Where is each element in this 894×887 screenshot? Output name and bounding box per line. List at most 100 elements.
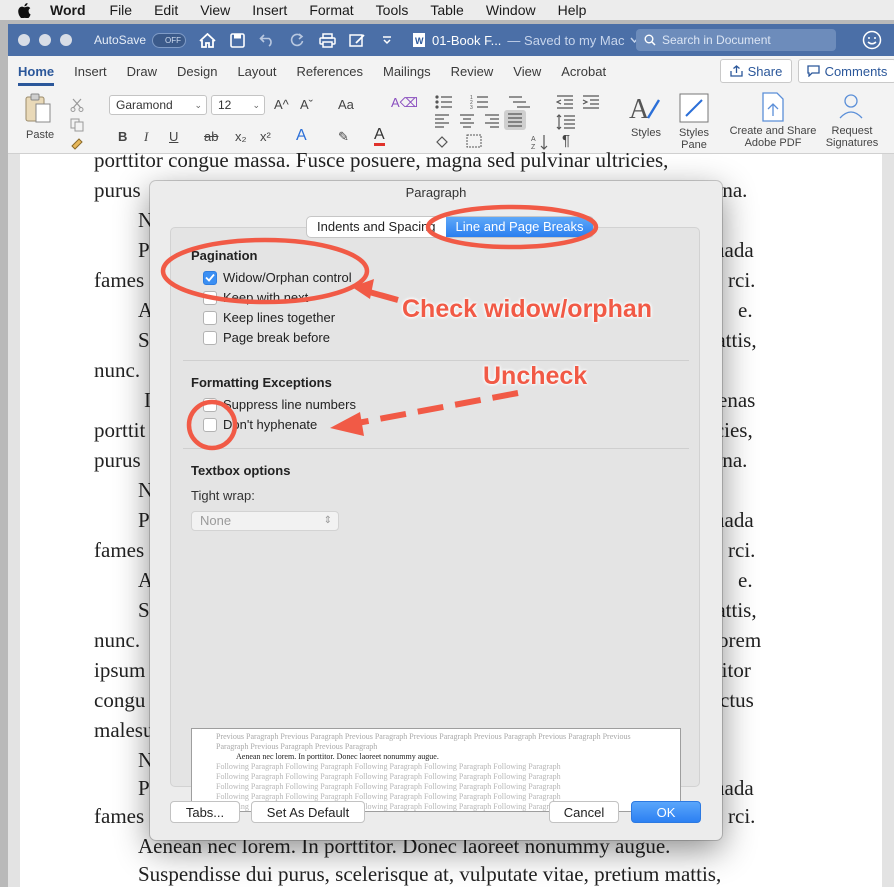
decrease-indent-icon[interactable] — [556, 94, 574, 110]
menu-edit[interactable]: Edit — [154, 2, 178, 18]
subscript-icon[interactable]: x₂ — [235, 129, 247, 144]
menu-tools[interactable]: Tools — [376, 2, 409, 18]
undo-icon[interactable] — [258, 31, 276, 49]
request-signatures-button[interactable]: Request Signatures — [822, 92, 882, 149]
grow-font-icon[interactable]: A^ — [274, 97, 289, 112]
redo-icon[interactable] — [288, 31, 306, 49]
page-break-before-label: Page break before — [223, 330, 330, 345]
dont-hyphenate-checkbox[interactable]: Don't hyphenate — [203, 417, 317, 432]
italic-icon[interactable]: I — [144, 129, 148, 145]
body-line: porttit — [94, 418, 146, 442]
save-icon[interactable] — [228, 31, 246, 49]
clear-formatting-icon[interactable]: A⌫ — [391, 95, 418, 111]
borders-icon[interactable] — [466, 134, 482, 148]
bullets-icon[interactable] — [434, 94, 464, 110]
edit-document-icon[interactable] — [348, 31, 366, 49]
cancel-button[interactable]: Cancel — [549, 801, 619, 823]
change-case-icon[interactable]: Aa — [338, 97, 354, 112]
tab-line-and-page-breaks[interactable]: Line and Page Breaks — [445, 217, 594, 237]
tab-references[interactable]: References — [297, 64, 363, 79]
checkbox-box — [203, 397, 217, 412]
font-name-select[interactable]: Garamond ⌄ — [109, 95, 207, 115]
paragraph-preview: Previous Paragraph Previous Paragraph Pr… — [191, 728, 681, 812]
body-line: P — [138, 238, 150, 262]
share-button[interactable]: Share — [720, 59, 792, 83]
justify-button[interactable] — [504, 110, 526, 130]
font-size-select[interactable]: 12 ⌄ — [211, 95, 265, 115]
increase-indent-icon[interactable] — [582, 94, 600, 110]
paragraph-dialog: Paragraph Indents and Spacing Line and P… — [150, 181, 722, 840]
customize-toolbar-icon[interactable] — [378, 31, 396, 49]
feedback-smiley-icon[interactable] — [862, 30, 882, 50]
align-right-icon[interactable] — [484, 114, 500, 128]
underline-icon[interactable]: U — [169, 129, 178, 144]
numbering-icon[interactable]: 123 — [470, 94, 500, 110]
menu-view[interactable]: View — [200, 2, 230, 18]
set-as-default-button[interactable]: Set As Default — [251, 801, 365, 823]
search-input[interactable]: Search in Document — [636, 29, 836, 51]
minimize-window-button[interactable] — [39, 34, 51, 46]
body-line: rci. — [728, 268, 756, 292]
menu-word[interactable]: Word — [50, 2, 86, 18]
body-line: fames — [94, 268, 145, 292]
tab-acrobat[interactable]: Acrobat — [561, 64, 606, 79]
pilcrow-icon[interactable]: ¶ — [562, 132, 570, 149]
cut-icon[interactable] — [70, 98, 84, 112]
body-line: S — [138, 598, 150, 622]
styles-pane-button[interactable]: Styles Pane — [672, 92, 716, 151]
suppress-line-numbers-checkbox[interactable]: Suppress line numbers — [203, 397, 356, 412]
autosave-toggle[interactable]: OFF — [152, 32, 187, 48]
font-color-icon[interactable]: A — [374, 127, 385, 146]
body-line: nunc. — [94, 358, 141, 382]
strikethrough-icon[interactable]: ab — [204, 129, 218, 144]
align-left-icon[interactable] — [434, 114, 450, 128]
home-icon[interactable] — [198, 31, 216, 49]
keep-with-next-checkbox[interactable]: Keep with next — [203, 290, 308, 305]
tab-mailings[interactable]: Mailings — [383, 64, 431, 79]
tab-draw[interactable]: Draw — [127, 64, 157, 79]
menu-table[interactable]: Table — [430, 2, 463, 18]
print-icon[interactable] — [318, 31, 336, 49]
dialog-title: Paragraph — [405, 185, 467, 200]
menu-window[interactable]: Window — [486, 2, 536, 18]
format-painter-icon[interactable] — [70, 136, 86, 150]
bold-icon[interactable]: B — [118, 129, 127, 144]
tabs-button[interactable]: Tabs... — [170, 801, 240, 823]
tight-wrap-select[interactable]: None ⇕ — [191, 511, 339, 531]
tab-indents-and-spacing[interactable]: Indents and Spacing — [307, 217, 446, 237]
tab-view[interactable]: View — [513, 64, 541, 79]
tab-home[interactable]: Home — [18, 64, 55, 86]
apple-icon[interactable] — [18, 2, 32, 18]
tab-design[interactable]: Design — [177, 64, 217, 79]
copy-icon[interactable] — [70, 118, 84, 132]
styles-button[interactable]: A Styles — [622, 92, 670, 139]
highlight-icon[interactable]: ✎ — [338, 129, 349, 145]
menu-insert[interactable]: Insert — [252, 2, 287, 18]
paste-button[interactable]: Paste — [22, 92, 56, 141]
superscript-icon[interactable]: x² — [260, 129, 271, 144]
checkmark-icon — [203, 270, 217, 285]
tab-review[interactable]: Review — [451, 64, 494, 79]
document-title[interactable]: W 01-Book F... — Saved to my Mac — [412, 32, 639, 48]
menu-help[interactable]: Help — [558, 2, 587, 18]
zoom-window-button[interactable] — [60, 34, 72, 46]
ok-button[interactable]: OK — [631, 801, 701, 823]
menu-file[interactable]: File — [110, 2, 133, 18]
styles-label: Styles — [631, 127, 661, 139]
multilevel-list-icon[interactable] — [508, 94, 534, 110]
close-window-button[interactable] — [18, 34, 30, 46]
text-effects-icon[interactable]: A — [296, 127, 307, 145]
menu-format[interactable]: Format — [309, 2, 353, 18]
widow-orphan-checkbox[interactable]: Widow/Orphan control — [203, 270, 352, 285]
tab-layout[interactable]: Layout — [237, 64, 276, 79]
line-spacing-icon[interactable] — [556, 114, 576, 130]
shrink-font-icon[interactable]: Aˇ — [300, 97, 313, 112]
create-share-pdf-button[interactable]: Create and Share Adobe PDF — [726, 92, 820, 149]
comments-button[interactable]: Comments — [798, 59, 894, 83]
body-line: S — [138, 328, 150, 352]
keep-lines-together-checkbox[interactable]: Keep lines together — [203, 310, 335, 325]
shading-icon[interactable] — [434, 134, 450, 148]
tab-insert[interactable]: Insert — [74, 64, 107, 79]
align-center-icon[interactable] — [459, 114, 475, 128]
page-break-before-checkbox[interactable]: Page break before — [203, 330, 330, 345]
